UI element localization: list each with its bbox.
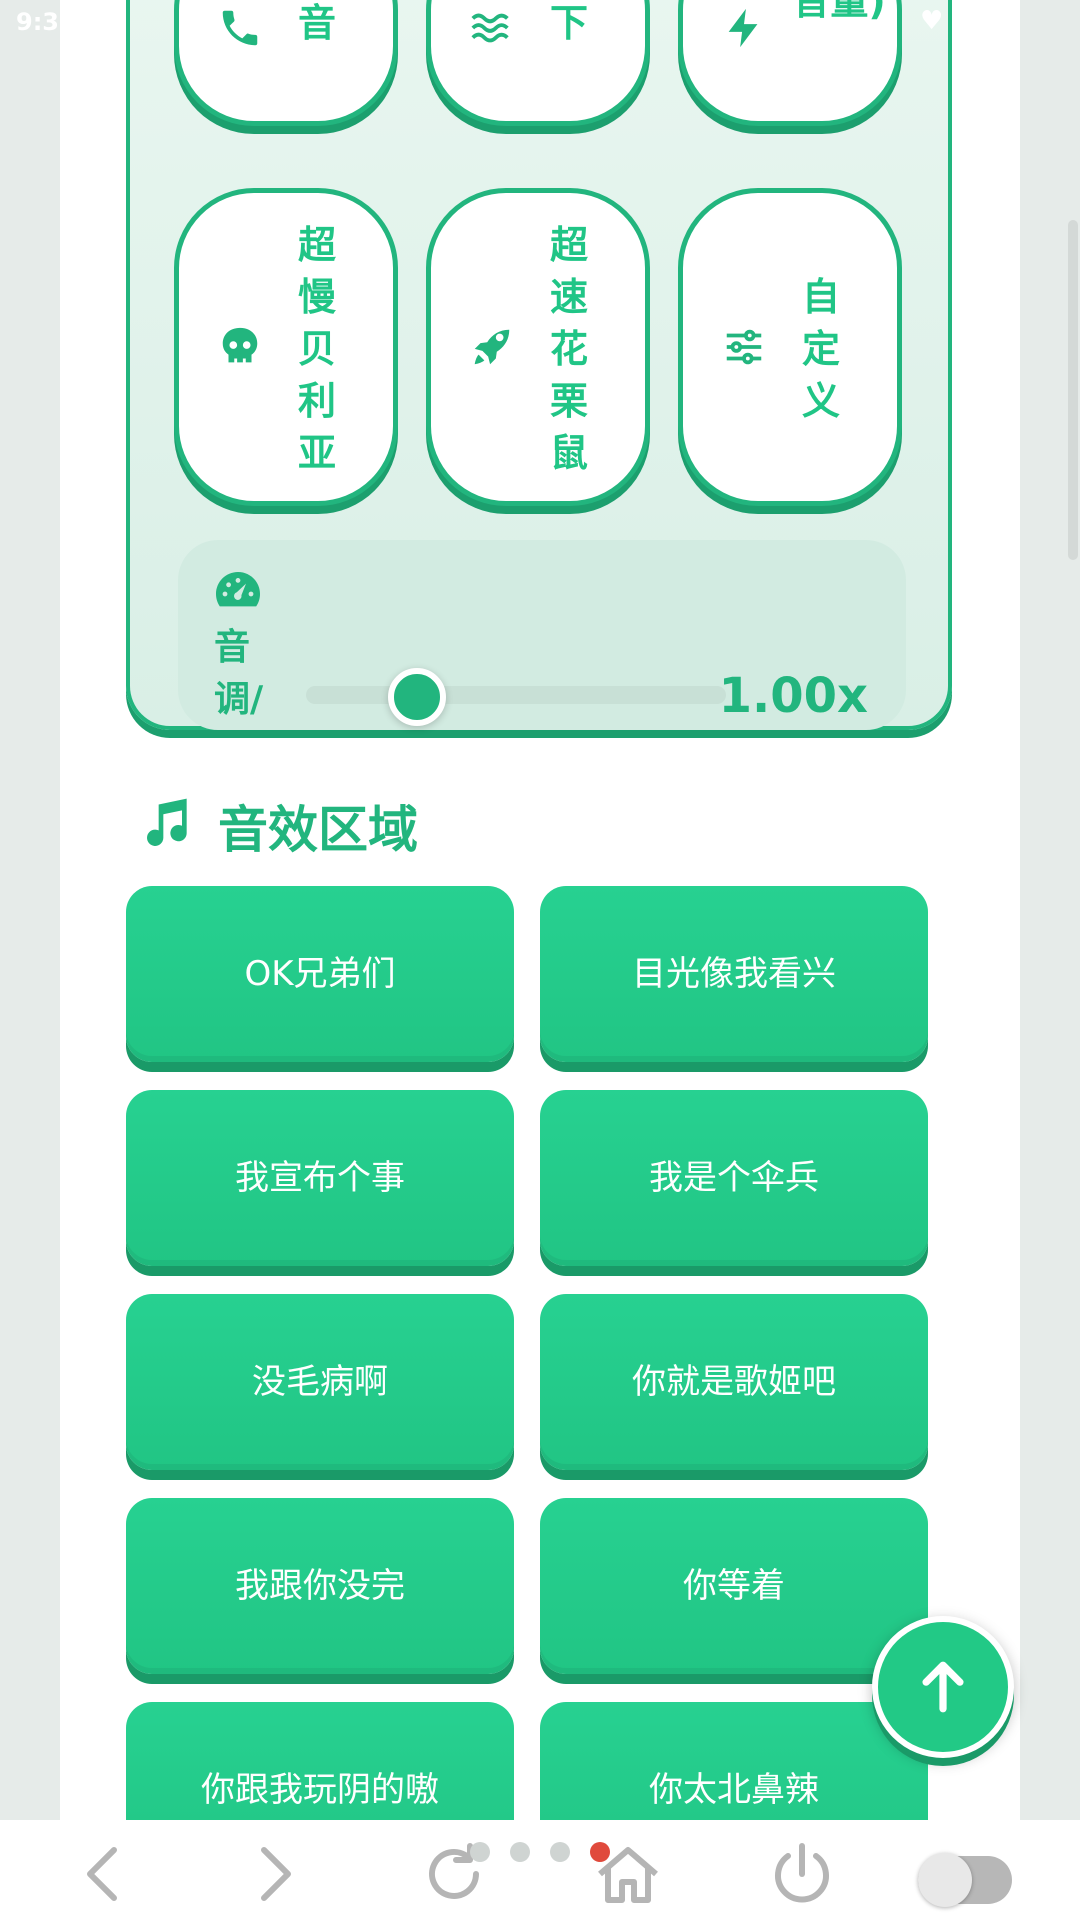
status-icons: ♥ [920, 6, 1020, 36]
sound-section-title: 音效区域 [218, 801, 418, 859]
music-note-icon [147, 798, 187, 846]
sound-button[interactable]: 没毛病啊 [126, 1294, 514, 1470]
signal-battery-icon [954, 12, 1014, 32]
status-bar: 9:37 ♥ [0, 0, 1080, 50]
page-content: 话音 水下 (注意音量) 超慢贝利亚 超速花栗鼠 自定义 音调/ [60, 0, 1020, 1820]
page-dot [470, 1842, 490, 1862]
back-icon[interactable] [62, 1834, 142, 1914]
scroll-to-top-button[interactable] [872, 1616, 1014, 1758]
sound-button[interactable]: 目光像我看兴 [540, 886, 928, 1062]
heart-icon: ♥ [920, 6, 944, 36]
scrollbar[interactable] [1068, 220, 1078, 560]
pitch-slider[interactable] [306, 668, 726, 726]
voice-preset-card: 话音 水下 (注意音量) 超慢贝利亚 超速花栗鼠 自定义 音调/ [126, 0, 952, 730]
speedometer-icon [216, 572, 260, 607]
status-time: 9:37 [16, 8, 76, 36]
sound-button[interactable]: 我是个伞兵 [540, 1090, 928, 1266]
home-icon[interactable] [588, 1834, 668, 1914]
skull-icon [222, 327, 258, 363]
pitch-label: 音调/ [214, 627, 264, 720]
power-icon[interactable] [762, 1834, 842, 1914]
rocket-icon [474, 329, 510, 365]
voice-preset-button[interactable]: 自定义 [678, 188, 902, 506]
pitch-value: 1.00x [718, 668, 868, 724]
forward-icon[interactable] [236, 1834, 316, 1914]
voice-preset-button[interactable]: 超速花栗鼠 [426, 188, 650, 506]
voice-preset-label: 自定义 [801, 275, 840, 423]
pitch-control: 音调/ 1.00x [178, 540, 906, 730]
page-dot [550, 1842, 570, 1862]
voice-preset-button[interactable]: 超慢贝利亚 [174, 188, 398, 506]
sound-button[interactable]: 你就是歌姬吧 [540, 1294, 928, 1470]
sound-button[interactable]: 我跟你没完 [126, 1498, 514, 1674]
sound-button[interactable]: 你太北鼻辣 [540, 1702, 928, 1820]
page-dot [510, 1842, 530, 1862]
sliders-icon [726, 329, 762, 365]
toggle-switch[interactable] [918, 1853, 1012, 1907]
sound-button[interactable]: 我宣布个事 [126, 1090, 514, 1266]
pitch-slider-thumb[interactable] [388, 668, 446, 726]
sound-button[interactable]: 你等着 [540, 1498, 928, 1674]
arrow-up-icon [922, 1661, 964, 1713]
toggle-knob [918, 1853, 972, 1907]
voice-preset-label: 超速花栗鼠 [549, 223, 588, 475]
sound-button[interactable]: OK兄弟们 [126, 886, 514, 1062]
browser-bottom-bar [0, 1820, 1080, 1920]
sound-button[interactable]: 你跟我玩阴的嗷 [126, 1702, 514, 1820]
voice-preset-label: 超慢贝利亚 [297, 223, 336, 475]
